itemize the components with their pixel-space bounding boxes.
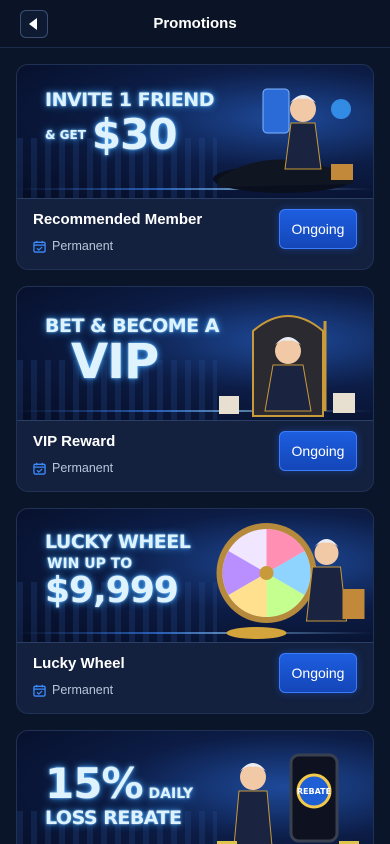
top-bar: Promotions — [0, 0, 390, 48]
page-title: Promotions — [153, 15, 237, 32]
promo-banner[interactable]: 15% DAILY LOSS REBATE REBATE — [17, 731, 373, 844]
banner-headline: INVITE 1 FRIEND & GET $30 — [45, 91, 214, 156]
banner-headline: LUCKY WHEEL WIN UP TO $9,999 — [45, 531, 191, 611]
period-label: Permanent — [52, 239, 114, 253]
promo-card-recommended-member[interactable]: INVITE 1 FRIEND & GET $30 Recommended Me… — [16, 64, 374, 270]
mascot-with-rebate-phone-illustration: REBATE — [217, 753, 359, 844]
banner-line1: INVITE 1 FRIEND — [45, 89, 214, 111]
ongoing-button[interactable]: Ongoing — [279, 431, 357, 471]
banner-line3: LOSS REBATE — [45, 807, 182, 829]
promo-period: Permanent — [33, 683, 113, 697]
calendar-icon — [33, 462, 46, 475]
back-arrow-icon — [29, 18, 37, 30]
calendar-icon — [33, 240, 46, 253]
promo-card-vip-reward[interactable]: BET & BECOME A VIP VIP Reward Permanent … — [16, 286, 374, 492]
promo-period: Permanent — [33, 239, 113, 253]
banner-line2: WIN UP TO — [47, 556, 133, 572]
banner-vip: VIP — [71, 334, 159, 390]
promo-info: Recommended Member Permanent Ongoing — [17, 199, 373, 269]
promo-period: Permanent — [33, 461, 113, 475]
banner-line2: & GET — [45, 128, 86, 142]
banner-line2: DAILY — [148, 786, 194, 802]
promo-card-lucky-wheel[interactable]: LUCKY WHEEL WIN UP TO $9,999 Lucky Wheel… — [16, 508, 374, 714]
banner-headline: 15% DAILY LOSS REBATE — [45, 763, 193, 828]
promo-banner[interactable]: LUCKY WHEEL WIN UP TO $9,999 — [17, 509, 373, 643]
ongoing-button[interactable]: Ongoing — [279, 209, 357, 249]
rebate-badge-text: REBATE — [297, 787, 331, 796]
mascot-with-car-illustration — [213, 88, 353, 193]
banner-line1: LUCKY WHEEL — [45, 531, 191, 553]
back-button[interactable] — [20, 10, 48, 38]
promo-info: Lucky Wheel Permanent Ongoing — [17, 643, 373, 713]
promotions-list: INVITE 1 FRIEND & GET $30 Recommended Me… — [16, 64, 374, 844]
period-label: Permanent — [52, 683, 114, 697]
promo-banner[interactable]: BET & BECOME A VIP — [17, 287, 373, 421]
promo-card-loss-rebate[interactable]: 15% DAILY LOSS REBATE REBATE — [16, 730, 374, 844]
banner-amount: $30 — [91, 110, 178, 159]
mascot-on-throne-illustration — [219, 315, 355, 417]
banner-percent: 15% — [45, 759, 144, 808]
period-label: Permanent — [52, 461, 114, 475]
banner-amount: $9,999 — [45, 570, 179, 611]
banner-headline: BET & BECOME A VIP — [45, 317, 219, 390]
calendar-icon — [33, 684, 46, 697]
promo-banner[interactable]: INVITE 1 FRIEND & GET $30 — [17, 65, 373, 199]
mascot-with-wheel-illustration — [216, 523, 365, 639]
ongoing-button[interactable]: Ongoing — [279, 653, 357, 693]
promo-info: VIP Reward Permanent Ongoing — [17, 421, 373, 491]
